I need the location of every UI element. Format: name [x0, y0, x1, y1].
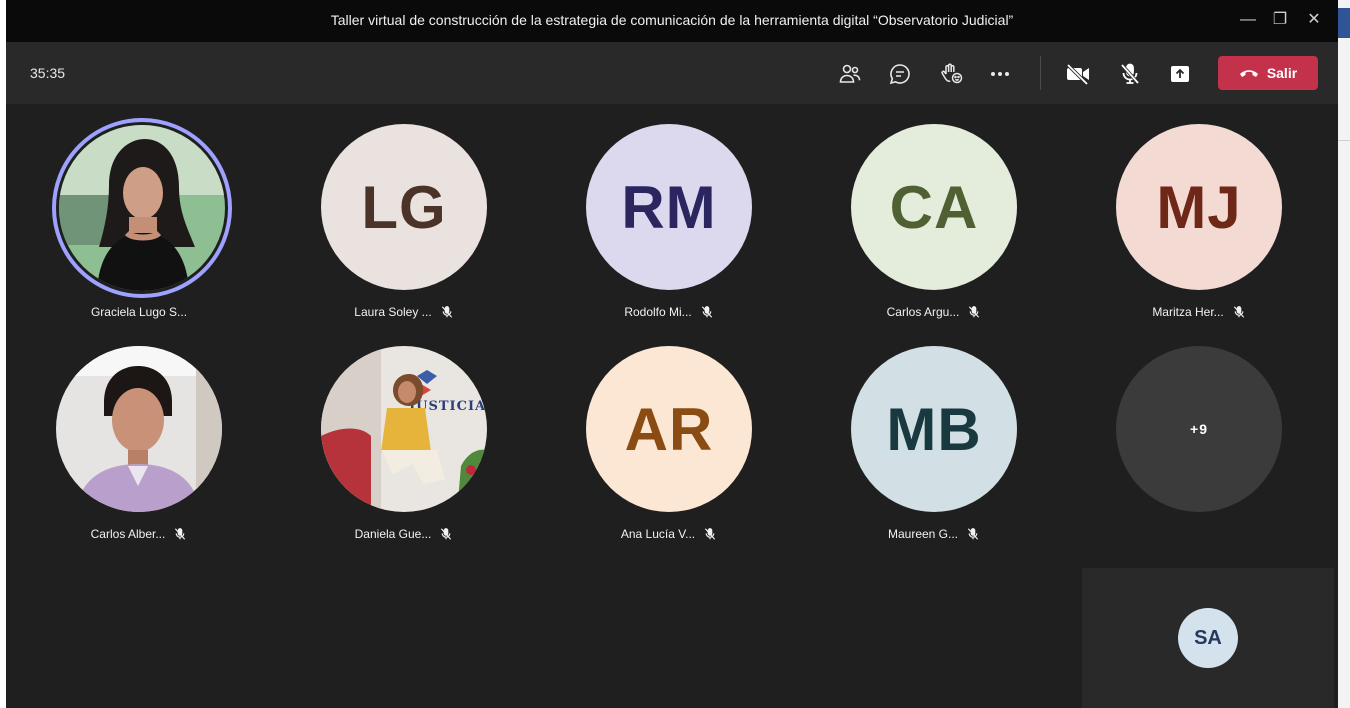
mic-off-icon[interactable] [1116, 60, 1144, 88]
leave-label: Salir [1266, 65, 1298, 81]
close-button[interactable]: ✕ [1302, 8, 1326, 32]
participant-tile[interactable]: MJ Maritza Her... [1074, 104, 1324, 324]
people-icon[interactable] [836, 60, 864, 88]
participant-tile[interactable]: Graciela Lugo S... [14, 104, 264, 324]
participant-name-row: Graciela Lugo S... [14, 305, 264, 319]
participant-name-row: Maureen G... [809, 527, 1059, 541]
participant-name: Maureen G... [887, 527, 959, 541]
participant-tile[interactable]: RM Rodolfo Mi... [544, 104, 794, 324]
participant-photo-avatar: JUSTICIA ABIERTA [321, 346, 487, 512]
toolbar-separator [1040, 56, 1041, 90]
muted-mic-icon [441, 306, 452, 318]
participant-name-row: Laura Soley ... [279, 305, 529, 319]
participant-name-row: Rodolfo Mi... [544, 305, 794, 319]
participant-initials-avatar: RM [586, 124, 752, 290]
meeting-title: Taller virtual de construcción de la est… [330, 12, 1014, 28]
muted-mic-icon [967, 528, 979, 540]
participant-name: Ana Lucía V... [620, 527, 696, 541]
more-icon[interactable] [986, 60, 1014, 88]
participant-name: Rodolfo Mi... [624, 305, 692, 319]
maximize-button[interactable]: ❐ [1268, 8, 1292, 32]
participant-name: Carlos Alber... [90, 527, 166, 541]
muted-mic-icon [969, 306, 980, 318]
participant-name: Laura Soley ... [354, 305, 432, 319]
participant-tile[interactable]: LG Laura Soley ... [279, 104, 529, 324]
participant-tile[interactable]: CA Carlos Argu... [809, 104, 1059, 324]
minimize-button[interactable]: — [1236, 8, 1260, 32]
camera-off-icon[interactable] [1064, 60, 1092, 88]
chat-icon[interactable] [886, 60, 914, 88]
participant-initials-avatar: AR [586, 346, 752, 512]
participant-initials-avatar: MJ [1116, 124, 1282, 290]
participant-photo-avatar [52, 118, 232, 298]
participant-name-row: Maritza Her... [1074, 305, 1324, 319]
participant-tile[interactable]: MB Maureen G... [809, 326, 1059, 546]
participant-name-row: Carlos Alber... [14, 527, 264, 541]
participant-initials-avatar: LG [321, 124, 487, 290]
meeting-timer: 35:35 [30, 65, 66, 81]
muted-mic-icon [441, 528, 452, 540]
muted-mic-icon [701, 306, 712, 318]
leave-button[interactable]: Salir [1218, 56, 1318, 90]
participant-name: Graciela Lugo S... [90, 305, 188, 319]
participant-tile[interactable]: Carlos Alber... [14, 326, 264, 546]
background-window-edge [1338, 0, 1350, 708]
participant-name: Maritza Her... [1152, 305, 1224, 319]
overflow-participants-tile[interactable]: +9 [1074, 326, 1324, 546]
share-icon[interactable] [1166, 60, 1194, 88]
hang-up-icon [1239, 70, 1258, 77]
participant-tile[interactable]: AR Ana Lucía V... [544, 326, 794, 546]
more-participants-count: +9 [1116, 346, 1282, 512]
reactions-icon[interactable] [938, 60, 966, 88]
self-initials-avatar: SA [1178, 608, 1238, 668]
muted-mic-icon [175, 528, 186, 540]
participant-tile[interactable]: JUSTICIA ABIERTA Daniela Gue... [279, 326, 529, 546]
meeting-toolbar: 35:35 Salir [6, 42, 1338, 104]
participant-name: Carlos Argu... [886, 305, 960, 319]
participant-name-row: Ana Lucía V... [544, 527, 794, 541]
meeting-window: Taller virtual de construcción de la est… [6, 0, 1338, 708]
participant-name: Daniela Gue... [354, 527, 432, 541]
participant-initials-avatar: MB [851, 346, 1017, 512]
muted-mic-icon [1233, 306, 1244, 318]
muted-mic-icon [705, 528, 716, 540]
participant-name-row: Daniela Gue... [279, 527, 529, 541]
participant-initials-avatar: CA [851, 124, 1017, 290]
participant-photo-avatar [56, 346, 222, 512]
title-bar: Taller virtual de construcción de la est… [6, 0, 1338, 42]
self-view-tile[interactable]: SA [1082, 568, 1334, 708]
participant-name-row: Carlos Argu... [809, 305, 1059, 319]
